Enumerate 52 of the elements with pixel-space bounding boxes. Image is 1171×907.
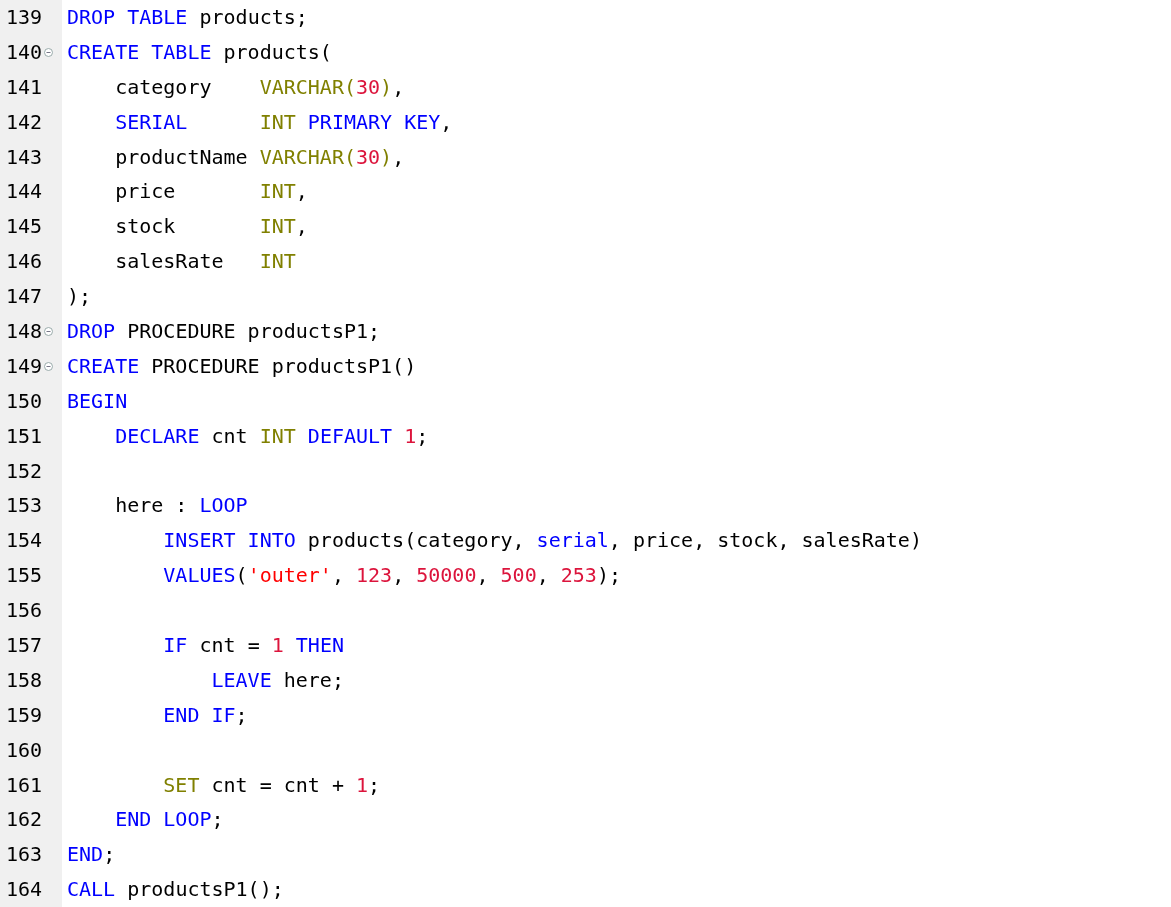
line-number: 154 <box>6 527 43 555</box>
line-number: 146 <box>6 248 43 276</box>
code-line: CALL productsP1(); <box>67 876 285 904</box>
line-number: 153 <box>6 492 43 520</box>
line-number: 158 <box>6 666 43 694</box>
fold-icon[interactable] <box>44 361 53 371</box>
line-number: 164 <box>6 876 43 904</box>
line-number: 142 <box>6 108 43 136</box>
line-number: 143 <box>6 143 43 171</box>
line-number: 163 <box>6 841 43 869</box>
line-number: 141 <box>6 73 43 101</box>
line-number: 147 <box>6 283 43 311</box>
code-line: ); <box>67 283 93 311</box>
code-line: END IF; <box>162 701 249 729</box>
line-number: 151 <box>6 422 43 450</box>
code-line: SET cnt = cnt + 1; <box>162 771 382 799</box>
code-line: DROP PROCEDURE productsP1; <box>67 318 382 345</box>
code-line: here : LOOP <box>114 492 249 520</box>
code-line: END LOOP; <box>114 806 225 834</box>
line-number: 155 <box>6 562 43 590</box>
line-number: 139 <box>6 4 43 31</box>
line-number: 160 <box>6 736 43 764</box>
line-number: 148 <box>6 318 43 345</box>
line-number: 156 <box>6 597 43 625</box>
code-line: stock INT, <box>114 213 309 241</box>
line-number: 161 <box>6 771 43 799</box>
line-number: 152 <box>6 457 43 485</box>
line-number: 140 <box>6 38 43 66</box>
code-line: salesRate INT <box>114 248 297 276</box>
code-line: CREATE PROCEDURE productsP1() <box>67 352 418 380</box>
code-line: IF cnt = 1 THEN <box>162 632 345 660</box>
code-line: category VARCHAR(30), <box>114 73 406 101</box>
line-number: 150 <box>6 387 43 415</box>
code-line: productName VARCHAR(30), <box>114 143 406 171</box>
fold-icon[interactable] <box>44 326 53 336</box>
fold-icon[interactable] <box>44 47 53 57</box>
line-number: 159 <box>6 701 43 729</box>
line-number: 149 <box>6 352 43 380</box>
code-line: BEGIN <box>67 387 129 415</box>
code-line: price INT, <box>114 178 309 206</box>
code-line: DROP TABLE products; <box>67 4 309 31</box>
code-line: VALUES('outer', 123, 50000, 500, 253); <box>162 562 622 590</box>
code-line: SERIAL INT PRIMARY KEY, <box>114 108 454 136</box>
line-number: 157 <box>6 632 43 660</box>
code-line: LEAVE here; <box>210 666 345 694</box>
code-line: END; <box>67 841 117 869</box>
code-line: INSERT INTO products(category, serial, price, stock, salesRate) <box>162 527 922 555</box>
line-number: 145 <box>6 213 43 241</box>
code-line: DECLARE cnt INT DEFAULT 1; <box>114 422 430 450</box>
code-line: CREATE TABLE products( <box>67 38 333 66</box>
line-number: 162 <box>6 806 43 834</box>
line-number: 144 <box>6 178 43 206</box>
